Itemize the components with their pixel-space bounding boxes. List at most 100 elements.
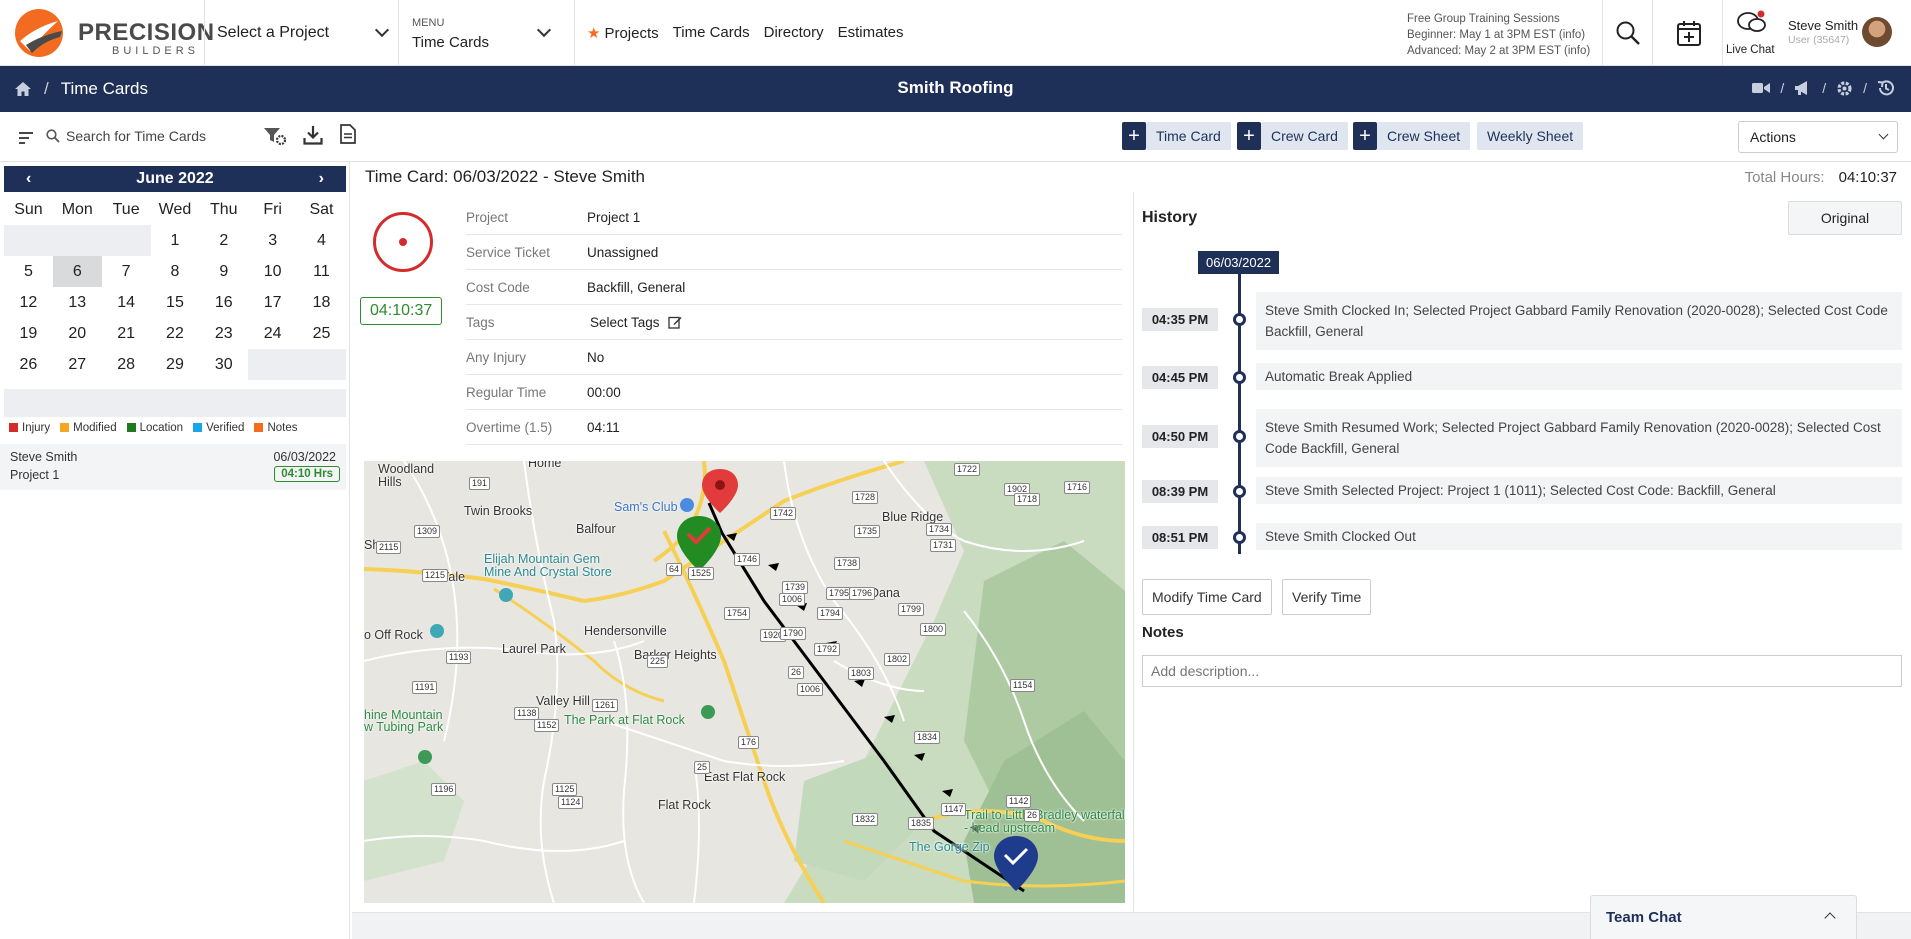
actions-dropdown[interactable]: Actions — [1738, 121, 1898, 153]
training-notice[interactable]: Free Group Training Sessions Beginner: M… — [1407, 11, 1590, 59]
video-icon[interactable] — [1752, 81, 1771, 95]
document-icon[interactable] — [340, 124, 356, 144]
map-place-label: Flat Rock — [658, 798, 711, 812]
map-road-badge: 26 — [1024, 809, 1041, 822]
location-map[interactable]: Woodland Hills Twin Brooks Balfour Sam's Cl… — [364, 461, 1125, 903]
notes-input[interactable] — [1142, 655, 1902, 687]
map-place-label: Laurel Park — [502, 642, 566, 656]
avatar[interactable] — [1862, 17, 1892, 47]
timeline-dot — [1233, 430, 1246, 443]
map-road-badge: 191 — [469, 477, 491, 490]
start-pin-icon[interactable] — [702, 469, 738, 513]
calendar-day[interactable]: 1 — [151, 225, 200, 256]
calendar-empty-cell — [52, 225, 102, 256]
sort-icon[interactable] — [18, 131, 34, 145]
map-road-badge: 1309 — [414, 525, 441, 538]
location-pin-icon[interactable] — [677, 516, 721, 571]
user-id: User (35647) — [1788, 34, 1850, 46]
legend-swatch — [126, 423, 136, 432]
modify-time-card-button[interactable]: Modify Time Card — [1142, 579, 1272, 615]
calendar-day[interactable]: 25 — [297, 318, 346, 349]
map-road-badge: 64 — [666, 563, 683, 576]
calendar-day[interactable]: 28 — [102, 349, 151, 380]
page-title: Smith Roofing — [897, 78, 1014, 97]
history-time: 08:51 PM — [1142, 526, 1218, 549]
megaphone-icon[interactable] — [1794, 80, 1812, 96]
calendar-day[interactable]: 2 — [199, 225, 248, 256]
calendar-day[interactable]: 26 — [4, 349, 53, 380]
field-cost-code: Cost Code Backfill, General — [466, 270, 1122, 305]
calendar-day[interactable]: 14 — [102, 287, 151, 318]
company-logo[interactable]: PRECISION BUILDERS — [12, 5, 214, 61]
nav-time-cards[interactable]: Time Cards — [673, 24, 750, 42]
calendar-day[interactable]: 16 — [199, 287, 248, 318]
breadcrumb-separator: / — [44, 79, 49, 98]
weekday-label: Mon — [61, 200, 93, 218]
legend-swatch — [9, 423, 18, 432]
history-date: 06/03/2022 — [1198, 251, 1280, 274]
select-tags-button[interactable]: Select Tags — [590, 315, 682, 330]
weekday-label: Sat — [309, 200, 334, 218]
training-advanced[interactable]: Advanced: May 2 at 3PM EST (info) — [1407, 43, 1590, 59]
calendar-day[interactable]: 15 — [151, 287, 200, 318]
weekly-sheet-button[interactable]: Weekly Sheet — [1477, 122, 1584, 150]
chevron-right-icon[interactable]: › — [319, 166, 324, 192]
calendar-day[interactable]: 17 — [248, 287, 297, 318]
calendar-day[interactable]: 13 — [53, 287, 102, 318]
nav-estimates[interactable]: Estimates — [838, 24, 904, 42]
calendar-day[interactable]: 27 — [53, 349, 102, 380]
toolbar: Search for Time Cards + Time Card + Crew… — [0, 112, 1911, 162]
calendar-day[interactable]: 8 — [151, 256, 200, 287]
time-card-list-item[interactable]: Steve Smith Project 1 06/03/2022 04:10 H… — [0, 444, 346, 490]
verify-time-button[interactable]: Verify Time — [1282, 579, 1372, 615]
calendar-day[interactable]: 6 — [52, 256, 102, 287]
time-card-details: Project Project 1 Service Ticket Unassig… — [466, 200, 1122, 445]
calendar-day[interactable]: 5 — [4, 256, 53, 287]
calendar-day[interactable]: 24 — [248, 318, 297, 349]
map-road-badge: 1125 — [552, 783, 578, 796]
original-button[interactable]: Original — [1788, 201, 1902, 235]
calendar-day[interactable]: 7 — [102, 256, 151, 287]
add-crew-sheet-button[interactable]: + Crew Sheet — [1353, 122, 1471, 150]
map-road-badge: 1832 — [852, 813, 879, 826]
history-icon[interactable] — [1877, 79, 1895, 97]
map-road-badge: 1147 — [941, 803, 967, 816]
calendar-day[interactable]: 20 — [53, 318, 102, 349]
calendar-day[interactable]: 29 — [151, 349, 200, 380]
menu-select[interactable]: MENU Time Cards — [399, 0, 575, 66]
chevron-left-icon[interactable]: ‹ — [26, 166, 31, 192]
add-crew-card-button[interactable]: + Crew Card — [1237, 122, 1348, 150]
search-button[interactable] — [1602, 0, 1652, 66]
add-time-card-button[interactable]: + Time Card — [1122, 122, 1231, 150]
calendar-day[interactable]: 9 — [199, 256, 248, 287]
calendar-day[interactable]: 18 — [297, 287, 346, 318]
team-chat-panel[interactable]: Team Chat — [1590, 895, 1857, 939]
project-select[interactable]: Select a Project — [204, 0, 399, 66]
chevron-up-icon[interactable] — [1824, 912, 1836, 924]
user-menu[interactable]: Steve Smith User (35647) — [1788, 18, 1858, 46]
home-icon[interactable] — [14, 81, 32, 97]
add-calendar-button[interactable] — [1652, 0, 1722, 66]
download-icon[interactable] — [303, 125, 323, 145]
calendar-day[interactable]: 10 — [248, 256, 297, 287]
menu-value: Time Cards — [412, 34, 489, 51]
calendar-day[interactable]: 12 — [4, 287, 53, 318]
calendar-day[interactable]: 11 — [297, 256, 346, 287]
nav-directory[interactable]: Directory — [764, 24, 824, 42]
nav-projects[interactable]: ★ Projects — [587, 24, 659, 42]
map-road-badge: 1799 — [898, 603, 925, 616]
calendar-day[interactable]: 21 — [102, 318, 151, 349]
calendar-day[interactable]: 22 — [151, 318, 200, 349]
live-chat-button[interactable]: Live Chat — [1722, 0, 1780, 66]
calendar-empty-cell — [101, 225, 151, 256]
training-beginner[interactable]: Beginner: May 1 at 3PM EST (info) — [1407, 27, 1590, 43]
gear-icon[interactable] — [1836, 80, 1853, 97]
chat-bubbles-icon — [1737, 10, 1766, 32]
calendar-day[interactable]: 3 — [248, 225, 297, 256]
calendar-day[interactable]: 4 — [297, 225, 346, 256]
calendar-day[interactable]: 19 — [4, 318, 53, 349]
search-input[interactable]: Search for Time Cards — [46, 128, 206, 144]
calendar-day[interactable]: 30 — [199, 349, 248, 380]
filter-settings-icon[interactable] — [263, 126, 287, 146]
calendar-day[interactable]: 23 — [199, 318, 248, 349]
